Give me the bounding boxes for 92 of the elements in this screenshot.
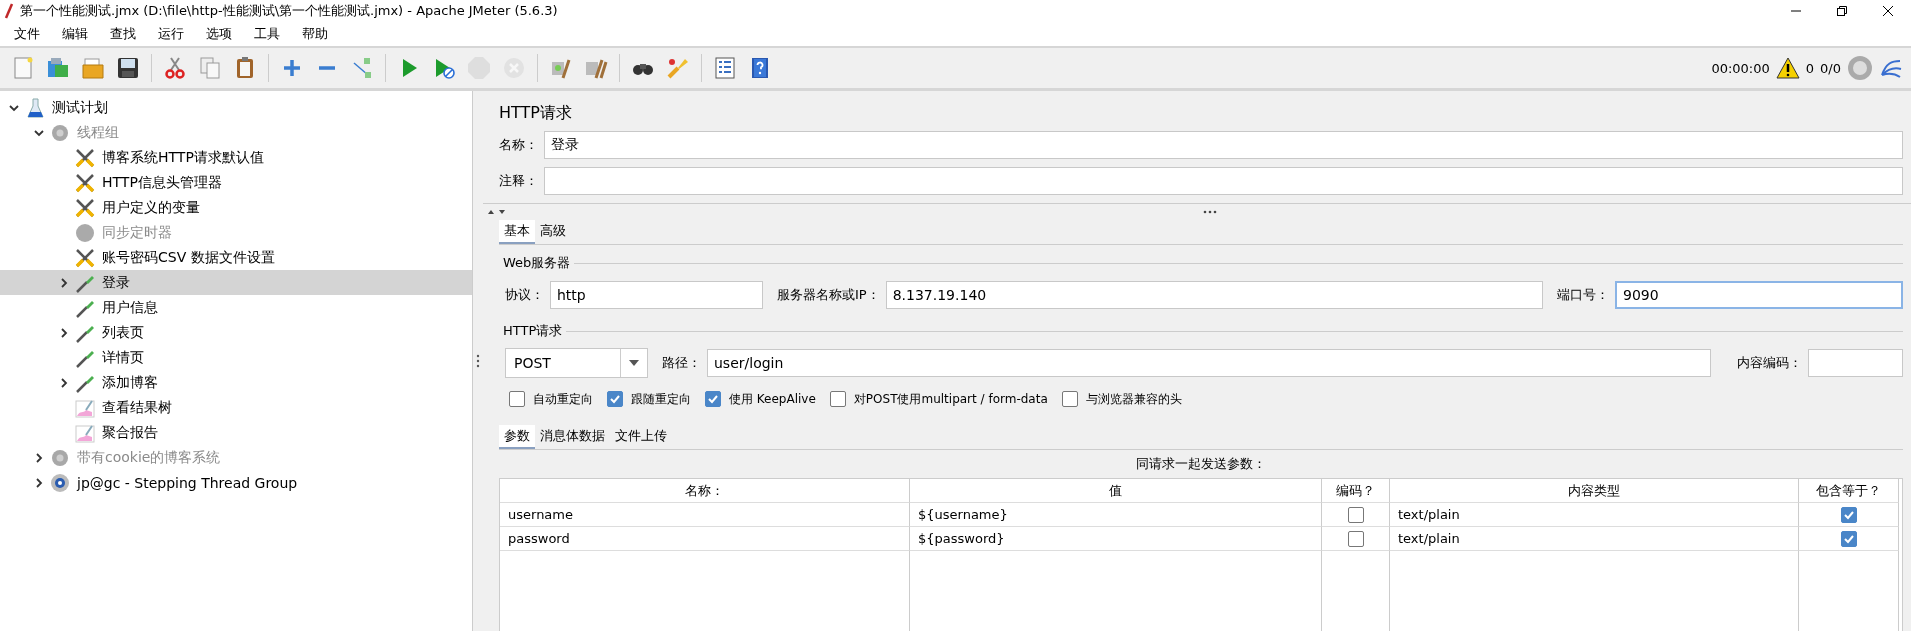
field-label: 注释： bbox=[499, 172, 538, 190]
table-cell: password bbox=[500, 527, 910, 551]
checkbox[interactable] bbox=[705, 391, 721, 407]
table-cell: ${username} bbox=[910, 503, 1322, 527]
tree-label: 用户定义的变量 bbox=[102, 198, 200, 217]
warning-count: 0 bbox=[1805, 60, 1815, 76]
tree-label: 账号密码CSV 数据文件设置 bbox=[102, 248, 275, 267]
tree-label: 测试计划 bbox=[52, 98, 108, 117]
table-cell: username bbox=[500, 503, 910, 527]
table-cell: text/plain bbox=[1390, 527, 1799, 551]
maximize-icon[interactable] bbox=[1836, 5, 1848, 17]
tree-label: 用户信息 bbox=[102, 298, 158, 317]
option-label: 自动重定向 bbox=[533, 390, 593, 408]
tree-label: 查看结果树 bbox=[102, 398, 172, 417]
tree-label: 带有cookie的博客系统 bbox=[77, 448, 221, 467]
menu-item[interactable]: 查找 bbox=[100, 23, 146, 45]
menu-item[interactable]: 选项 bbox=[196, 23, 242, 45]
tab[interactable]: 消息体数据 bbox=[535, 425, 610, 449]
table-cell: ${password} bbox=[910, 527, 1322, 551]
field-label: 路径： bbox=[662, 354, 701, 372]
circle-icon bbox=[1847, 55, 1873, 81]
tree-label: 同步定时器 bbox=[102, 223, 172, 242]
tree-label: 列表页 bbox=[102, 323, 144, 342]
tree-label: 聚合报告 bbox=[102, 423, 158, 442]
comment-field[interactable] bbox=[544, 167, 1903, 195]
close-icon[interactable] bbox=[1882, 5, 1894, 17]
tree-item[interactable]: jp@gc - Stepping Thread Group bbox=[0, 470, 472, 495]
tab[interactable]: 文件上传 bbox=[610, 425, 672, 449]
field-label: 名称： bbox=[499, 136, 538, 154]
config-icon bbox=[74, 171, 96, 194]
checkbox[interactable] bbox=[829, 391, 846, 407]
config-icon bbox=[74, 196, 96, 219]
stepping-icon bbox=[49, 471, 71, 494]
tree-label: 博客系统HTTP请求默认值 bbox=[102, 148, 264, 167]
elapsed-time: 00:00:00 bbox=[1711, 60, 1770, 76]
config-icon bbox=[74, 246, 96, 269]
menu-item[interactable]: 文件 bbox=[4, 23, 50, 45]
tree-label: HTTP信息头管理器 bbox=[102, 173, 222, 192]
menu-item[interactable]: 帮助 bbox=[292, 23, 338, 45]
tree-label: 详情页 bbox=[102, 348, 144, 367]
column-header: 值 bbox=[910, 479, 1322, 503]
warning-icon[interactable] bbox=[1775, 57, 1800, 79]
table-cell: text/plain bbox=[1390, 503, 1799, 527]
menu-item[interactable]: 编辑 bbox=[52, 23, 98, 45]
encoding-field[interactable] bbox=[1808, 349, 1903, 377]
field-label: 协议： bbox=[505, 286, 544, 304]
input-field[interactable]: http bbox=[550, 281, 763, 309]
name-field[interactable]: 登录 bbox=[544, 131, 1903, 159]
panel-title: HTTP请求 bbox=[499, 101, 573, 124]
tree-item[interactable]: 测试计划 bbox=[0, 95, 472, 120]
tree-label: 添加博客 bbox=[102, 373, 158, 392]
timer-icon bbox=[74, 221, 96, 244]
column-header: 名称： bbox=[500, 479, 910, 503]
tab[interactable]: 高级 bbox=[535, 220, 571, 244]
option-label: 跟随重定向 bbox=[631, 390, 691, 408]
column-header: 包含等于？ bbox=[1799, 479, 1899, 503]
thread-count: 0/0 bbox=[1820, 60, 1841, 76]
path-field[interactable]: user/login bbox=[707, 349, 1711, 377]
input-field[interactable]: 9090 bbox=[1615, 281, 1903, 309]
option-label: 对POST使用multipart / form-data bbox=[853, 390, 1048, 408]
checkbox[interactable] bbox=[509, 391, 525, 407]
checkbox[interactable] bbox=[1840, 506, 1857, 523]
column-header: 内容类型 bbox=[1390, 479, 1799, 503]
option-label: 使用 KeepAlive bbox=[729, 390, 816, 408]
group-label: HTTP请求 bbox=[502, 322, 563, 340]
caret-icon[interactable] bbox=[629, 360, 639, 366]
tree-label: 登录 bbox=[102, 273, 130, 292]
option-label: 与浏览器兼容的头 bbox=[1085, 390, 1182, 408]
menu-item[interactable]: 工具 bbox=[244, 23, 290, 45]
tree-label: jp@gc - Stepping Thread Group bbox=[77, 474, 298, 491]
input-field[interactable]: 8.137.19.140 bbox=[885, 281, 1543, 309]
field-label: 端口号： bbox=[1557, 286, 1609, 304]
checkbox[interactable] bbox=[1347, 506, 1364, 523]
plan-icon bbox=[24, 96, 46, 119]
method-dropdown[interactable]: POST bbox=[505, 348, 648, 378]
tab[interactable]: 基本 bbox=[499, 220, 535, 244]
config-icon bbox=[74, 146, 96, 169]
table-caption: 同请求一起发送参数： bbox=[1135, 455, 1267, 473]
tab[interactable]: 参数 bbox=[499, 425, 535, 449]
group-label: Web服务器 bbox=[502, 254, 571, 272]
menu-item[interactable]: 运行 bbox=[148, 23, 194, 45]
column-header: 编码？ bbox=[1322, 479, 1390, 503]
window-title: 第一个性能测试.jmx (D:\file\http-性能测试\第一个性能测试.jmx) - Apache JMeter (5.6.3) bbox=[20, 2, 558, 20]
grip-icon[interactable] bbox=[1203, 210, 1217, 214]
field-label: 服务器名称或IP： bbox=[777, 286, 880, 304]
tree-label: 线程组 bbox=[77, 123, 119, 142]
checkbox[interactable] bbox=[607, 391, 623, 407]
checkbox[interactable] bbox=[1061, 391, 1078, 407]
checkbox[interactable] bbox=[1347, 530, 1364, 547]
field-label: 内容编码： bbox=[1737, 354, 1802, 372]
checkbox[interactable] bbox=[1840, 530, 1857, 547]
grip-icon[interactable] bbox=[476, 354, 480, 368]
